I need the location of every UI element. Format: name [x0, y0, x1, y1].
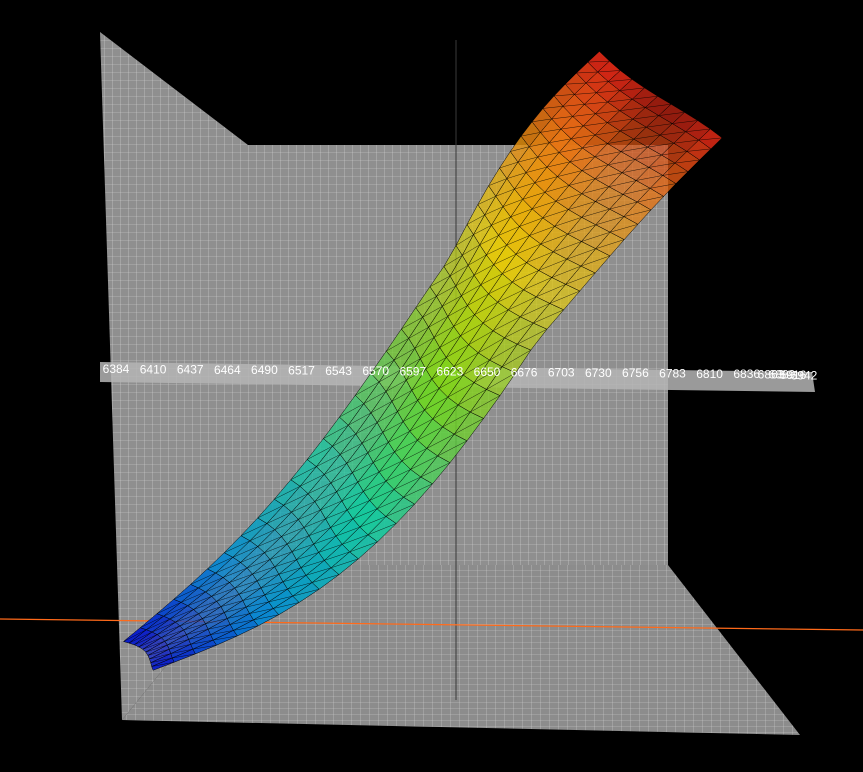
x-tick-label: 6570: [362, 364, 389, 378]
x-tick-label: 6623: [437, 365, 464, 379]
surface-3d-plot: 6384 6410 6437 6464 6490 6517 6543 6570 6597 6623…: [0, 32, 863, 735]
x-tick-label: 6384: [103, 362, 130, 376]
x-tick-label: 6464: [214, 363, 241, 377]
x-tick-label: 6730: [585, 366, 612, 380]
x-tick-label: 6410: [140, 362, 167, 376]
x-tick-label: 6517: [288, 364, 315, 378]
x-tick-label: 6756: [622, 366, 649, 380]
x-tick-label: 6810: [696, 367, 723, 381]
x-tick-label: 6437: [177, 363, 204, 377]
x-tick-label: 6676: [511, 365, 538, 379]
x-tick-label: 6942: [791, 368, 818, 382]
x-tick-label: 6703: [548, 366, 575, 380]
x-tick-label: 6783: [659, 367, 686, 381]
x-tick-label: 6650: [474, 365, 501, 379]
x-tick-label: 6836: [733, 367, 760, 381]
x-tick-label: 6490: [251, 363, 278, 377]
x-tick-label: 6543: [325, 364, 352, 378]
x-tick-label: 6597: [399, 364, 426, 378]
